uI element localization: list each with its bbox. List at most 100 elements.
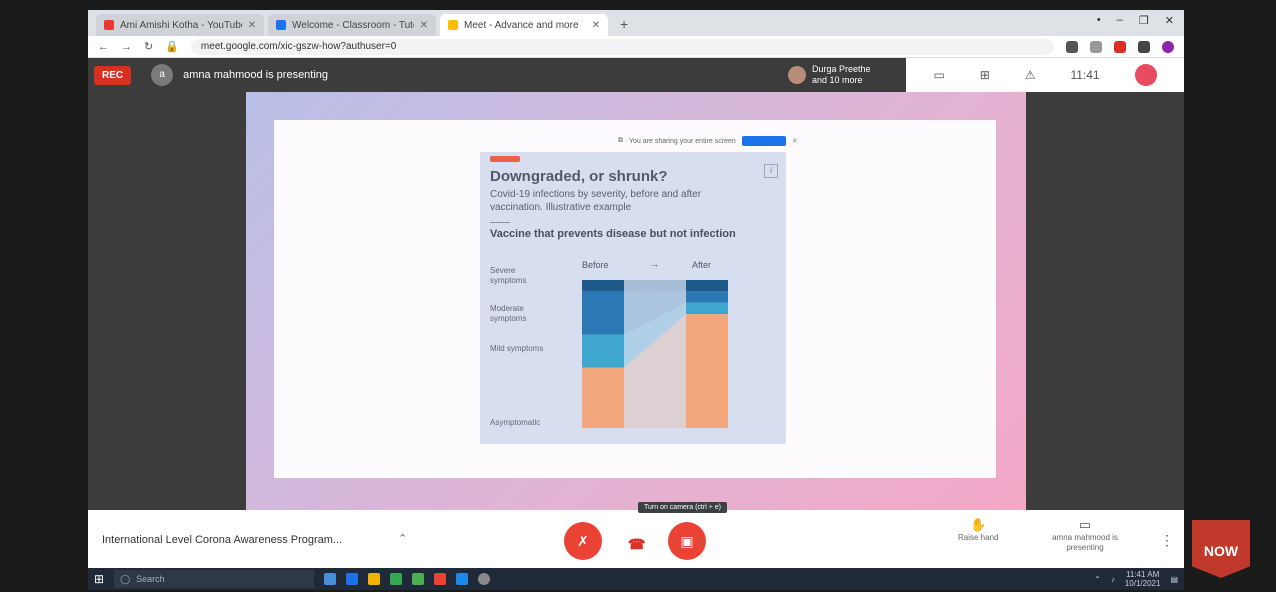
toast-text: You are sharing your entire screen: [629, 137, 736, 145]
meet-window: REC a amna mahmood is presenting Durga P…: [88, 58, 1184, 568]
recording-badge: REC: [94, 65, 132, 85]
flow-band-severe-symptoms: [624, 280, 686, 292]
warning-icon[interactable]: ⚠: [1025, 68, 1036, 82]
puzzle-icon[interactable]: [1138, 40, 1150, 53]
pin-icon[interactable]: ⊞: [980, 68, 990, 82]
new-tab-button[interactable]: +: [612, 16, 636, 36]
presenting-button[interactable]: ▭ amna mahmood is presenting: [1050, 517, 1120, 553]
star-icon[interactable]: [1090, 40, 1102, 53]
participant-avatar: [788, 66, 806, 84]
stacked-bar-chart: [582, 280, 728, 428]
bar-after-asymptomatic: [686, 314, 728, 428]
close-toast-icon[interactable]: ✕: [792, 137, 798, 145]
participants-info[interactable]: Durga Preethe and 10 more: [788, 64, 871, 86]
raise-hand-label: Raise hand: [958, 533, 999, 542]
minimize-icon[interactable]: –: [1117, 14, 1123, 27]
classroom-favicon-icon: [276, 20, 286, 30]
bar-before-moderate-symptoms: [582, 290, 624, 335]
tab-youtube[interactable]: Ami Amishi Kotha - YouTube Music ✕: [96, 14, 264, 36]
mic-off-button[interactable]: ✗: [564, 522, 602, 560]
close-window-icon[interactable]: ✕: [1165, 14, 1174, 27]
presenter-avatar: a: [151, 64, 174, 86]
taskbar-search[interactable]: ◯ Search: [114, 570, 315, 588]
start-button-icon[interactable]: ⊞: [94, 572, 104, 586]
reload-icon[interactable]: ↻: [144, 40, 153, 53]
url-field[interactable]: meet.google.com/xic-gszw-how?authuser=0: [190, 38, 1054, 55]
red-extension-icon[interactable]: [1114, 40, 1126, 53]
now-badge: NOW: [1192, 520, 1250, 578]
camera-off-button[interactable]: ▣: [668, 522, 706, 560]
bar-after-mild-symptoms: [686, 302, 728, 315]
tray-time: 11:41 AM: [1126, 570, 1160, 579]
address-bar: ← → ↻ 🔒 meet.google.com/xic-gszw-how?aut…: [88, 36, 1184, 58]
more-options-icon[interactable]: ⋮: [1160, 532, 1174, 549]
bar-after-severe-symptoms: [686, 280, 728, 292]
search-placeholder: Search: [136, 574, 165, 584]
notifications-icon[interactable]: ▤: [1170, 575, 1178, 584]
tab-title: Meet - Advance and more: [464, 19, 579, 31]
infographic-card: i Downgraded, or shrunk? Covid-19 infect…: [480, 152, 786, 444]
bar-before-severe-symptoms: [582, 280, 624, 291]
layout-icon[interactable]: ▭: [933, 68, 944, 82]
app-icon[interactable]: [456, 573, 469, 585]
volume-icon[interactable]: ♪: [1111, 575, 1115, 584]
meet-top-right-panel: ▭ ⊞ ⚠ 11:41: [906, 58, 1184, 92]
bar-after-moderate-symptoms: [686, 291, 728, 303]
system-tray: ⌃ ♪ 11:41 AM 10/1/2021 ▤: [1094, 570, 1178, 588]
present-screen-icon: ▭: [1078, 517, 1092, 532]
share-icon: ⧉: [618, 137, 623, 144]
tray-date: 10/1/2021: [1124, 579, 1161, 588]
cortana-icon: ◯: [120, 573, 131, 584]
stop-sharing-button[interactable]: [741, 136, 786, 146]
excel-icon[interactable]: [412, 573, 425, 585]
file-explorer-icon[interactable]: [368, 573, 381, 585]
raise-hand-button[interactable]: ✋ Raise hand: [958, 517, 999, 543]
youtube-favicon-icon: [104, 20, 114, 30]
close-tab-icon[interactable]: ✕: [420, 20, 428, 31]
network-icon[interactable]: ⌃: [1094, 575, 1101, 584]
bar-before-asymptomatic: [582, 367, 624, 428]
maximize-icon[interactable]: ❐: [1139, 14, 1149, 27]
window-controls: • – ❐ ✕: [1097, 14, 1174, 27]
mic-off-icon: ✗: [577, 533, 589, 549]
camera-tooltip: Turn on camera (ctrl + e): [638, 502, 727, 513]
photo-frame: Ami Amishi Kotha - YouTube Music ✕ Welco…: [0, 0, 1276, 592]
lock-icon: 🔒: [165, 41, 179, 53]
tab-bar: Ami Amishi Kotha - YouTube Music ✕ Welco…: [88, 10, 1184, 36]
chevron-up-icon[interactable]: ⌃: [398, 532, 407, 545]
meet-favicon-icon: [448, 20, 458, 30]
hand-icon: ✋: [970, 517, 987, 532]
camera-off-icon: ▣: [680, 533, 694, 549]
tab-title: Welcome - Classroom - Tutorials: [292, 19, 414, 31]
close-tab-icon[interactable]: ✕: [248, 20, 256, 31]
misc-app-icon[interactable]: [478, 573, 491, 585]
back-icon[interactable]: ←: [98, 41, 109, 53]
meeting-name[interactable]: International Level Corona Awareness Pro…: [102, 534, 342, 546]
profile-avatar-icon[interactable]: [1162, 40, 1174, 53]
tab-title: Ami Amishi Kotha - YouTube Music: [120, 19, 242, 31]
presentation-stage: ⧉ You are sharing your entire screen ✕ i…: [246, 92, 1026, 510]
presenting-label: amna mahmood is presenting: [183, 69, 329, 81]
forward-icon[interactable]: →: [121, 41, 132, 53]
tab-classroom[interactable]: Welcome - Classroom - Tutorials ✕: [268, 14, 436, 36]
tray-clock[interactable]: 11:41 AM 10/1/2021: [1125, 570, 1161, 588]
extensions-area: [1066, 40, 1174, 53]
close-tab-icon[interactable]: ✕: [592, 20, 600, 31]
participant-more: and 10 more: [812, 75, 863, 85]
edge-icon[interactable]: [346, 573, 359, 585]
bar-before-mild-symptoms: [582, 334, 624, 368]
chrome-icon[interactable]: [434, 573, 447, 585]
presenting-button-label: amna mahmood is presenting: [1052, 533, 1118, 552]
participant-name: Durga Preethe: [812, 64, 871, 74]
tab-meet[interactable]: Meet - Advance and more ✕: [440, 14, 608, 36]
monitor-screen: Ami Amishi Kotha - YouTube Music ✕ Welco…: [88, 10, 1184, 590]
camera-extension-icon[interactable]: [1066, 40, 1078, 53]
hang-up-button[interactable]: ☎: [628, 536, 645, 553]
store-icon[interactable]: [390, 573, 403, 585]
task-view-icon[interactable]: [324, 573, 337, 585]
profile-dot-icon[interactable]: •: [1097, 14, 1101, 27]
windows-taskbar: ⊞ ◯ Search ⌃ ♪ 11:41 AM 10/1/2021 ▤: [88, 568, 1184, 590]
meet-bottom-bar: International Level Corona Awareness Pro…: [88, 502, 1184, 568]
user-avatar[interactable]: [1134, 64, 1157, 86]
sharing-toast: ⧉ You are sharing your entire screen ✕: [618, 134, 840, 148]
